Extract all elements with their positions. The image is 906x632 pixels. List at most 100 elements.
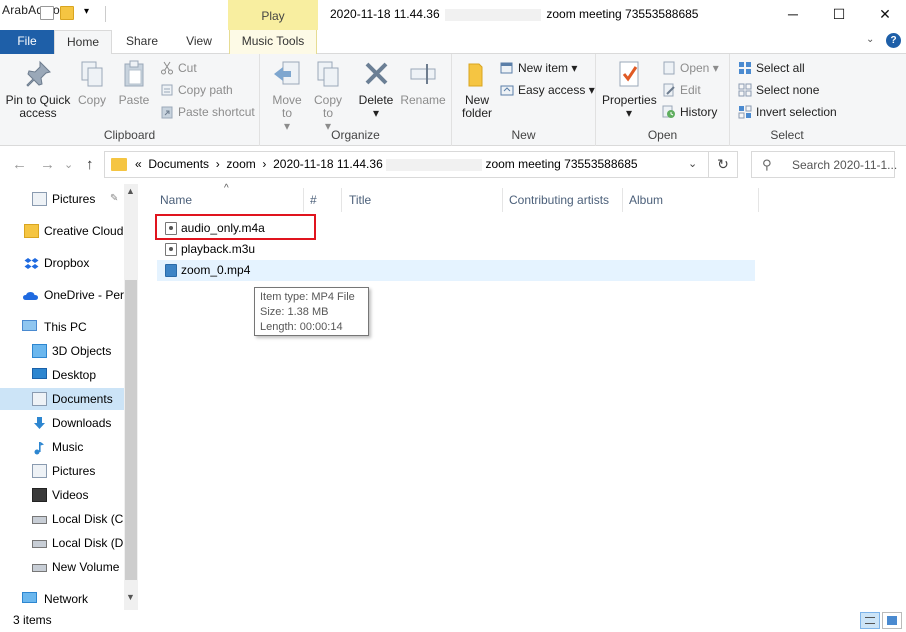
new-item-button[interactable]: New item ▾	[500, 58, 577, 78]
file-row-playback[interactable]: playback.m3u	[157, 239, 755, 260]
paste-shortcut-button[interactable]: Paste shortcut	[160, 102, 255, 122]
pin-to-quick-access-button[interactable]: Pin to Quick access	[4, 58, 72, 120]
close-button[interactable]: ✕	[862, 0, 906, 30]
documents-icon	[32, 392, 47, 406]
pin-icon[interactable]: ✎	[110, 188, 118, 210]
nav-item-local-disk-c[interactable]: Local Disk (C:	[0, 508, 124, 530]
computer-icon	[22, 320, 37, 331]
nav-item-local-disk-d[interactable]: Local Disk (D:	[0, 532, 124, 554]
cut-button[interactable]: Cut	[160, 58, 197, 78]
breadcrumb-zoom[interactable]: zoom	[226, 157, 255, 171]
tab-share[interactable]: Share	[116, 30, 168, 54]
nav-item-network[interactable]: Network	[0, 588, 124, 610]
new-folder-icon[interactable]	[60, 6, 74, 20]
refresh-button[interactable]: ↻	[709, 151, 738, 178]
address-dropdown-icon[interactable]: ⌄	[688, 157, 697, 170]
cloud-icon	[22, 288, 38, 302]
nav-item-creative-cloud[interactable]: Creative Cloud	[0, 220, 124, 242]
drive-icon	[32, 540, 47, 548]
paste-icon	[118, 58, 150, 90]
scissors-icon	[160, 61, 174, 75]
move-to-button[interactable]: Move to ▾	[268, 58, 306, 133]
nav-item-desktop[interactable]: Desktop	[0, 364, 124, 386]
tab-home[interactable]: Home	[54, 30, 112, 55]
select-none-button[interactable]: Select none	[738, 80, 819, 100]
properties-button[interactable]: Properties ▾	[602, 58, 657, 120]
search-box[interactable]: ⚲ Search 2020-11-1...	[751, 151, 897, 178]
status-bar: 3 items	[0, 610, 906, 632]
edit-button[interactable]: Edit	[662, 80, 701, 100]
invert-selection-button[interactable]: Invert selection	[738, 102, 837, 122]
properties-icon[interactable]	[40, 6, 54, 20]
pictures-icon	[32, 192, 47, 206]
nav-item-music[interactable]: Music	[0, 436, 124, 458]
copy-button[interactable]: Copy	[74, 58, 110, 107]
column-header-album[interactable]: Album	[623, 188, 759, 212]
back-arrow-icon[interactable]: ←	[12, 156, 27, 173]
scrollbar-thumb[interactable]	[125, 280, 137, 580]
scroll-up-icon[interactable]: ▲	[126, 186, 135, 196]
column-header-title[interactable]: Title	[343, 188, 503, 212]
copy-path-button[interactable]: Copy path	[160, 80, 233, 100]
tab-music-tools[interactable]: Music Tools	[229, 30, 317, 54]
maximize-button[interactable]: ☐	[816, 0, 862, 30]
search-input[interactable]: Search 2020-11-1...	[792, 158, 897, 172]
select-all-button[interactable]: Select all	[738, 58, 805, 78]
nav-item-pictures[interactable]: Pictures	[0, 460, 124, 482]
open-button[interactable]: Open ▾	[662, 58, 719, 78]
up-arrow-icon[interactable]: ↑	[86, 156, 94, 173]
new-item-icon	[500, 61, 514, 75]
forward-arrow-icon[interactable]: →	[40, 156, 55, 173]
column-header-number[interactable]: #	[304, 188, 342, 212]
pictures-icon	[32, 464, 47, 478]
nav-item-onedrive[interactable]: OneDrive - Per	[0, 284, 124, 306]
quick-access-toolbar	[40, 6, 74, 20]
column-header-contributing-artists[interactable]: Contributing artists	[503, 188, 623, 212]
paste-button[interactable]: Paste	[114, 58, 154, 107]
properties-icon	[613, 58, 645, 90]
nav-scrollbar[interactable]: ▲ ▼	[124, 184, 138, 610]
cube-icon	[32, 344, 47, 358]
delete-button[interactable]: Delete ▾	[356, 58, 396, 120]
rename-icon	[407, 58, 439, 90]
scroll-down-icon[interactable]: ▼	[126, 592, 135, 602]
tab-file[interactable]: File	[0, 30, 54, 54]
large-icons-view-icon	[887, 616, 897, 625]
large-icons-view-button[interactable]	[882, 612, 902, 629]
nav-item-dropbox[interactable]: Dropbox	[0, 252, 124, 274]
invert-selection-icon	[738, 105, 752, 119]
nav-item-3d-objects[interactable]: 3D Objects	[0, 340, 124, 362]
highlight-annotation-box	[155, 214, 316, 240]
customize-toolbar-icon[interactable]: ▾	[84, 6, 89, 17]
address-bar[interactable]: « Documents › zoom › 2020-11-18 11.44.36…	[104, 151, 709, 178]
paste-shortcut-icon	[160, 105, 174, 119]
minimize-button[interactable]: ─	[770, 0, 816, 30]
breadcrumb-meeting-folder[interactable]: zoom meeting 73553588685	[485, 157, 637, 171]
nav-item-downloads[interactable]: Downloads	[0, 412, 124, 434]
copy-icon	[76, 58, 108, 90]
history-button[interactable]: History	[662, 102, 717, 122]
collapse-ribbon-icon[interactable]: ⌄	[866, 34, 874, 45]
help-icon[interactable]: ?	[886, 33, 901, 48]
nav-item-documents[interactable]: Documents	[0, 388, 124, 410]
file-info-tooltip: Item type: MP4 File Size: 1.38 MB Length…	[254, 287, 369, 336]
tab-view[interactable]: View	[176, 30, 222, 54]
copy-to-button[interactable]: Copy to ▾	[310, 58, 346, 133]
creative-cloud-icon	[24, 224, 39, 238]
new-folder-button[interactable]: New folder	[458, 58, 496, 120]
recent-locations-icon[interactable]: ⌄	[64, 158, 73, 171]
breadcrumb-date-folder[interactable]: 2020-11-18 11.44.36	[273, 157, 383, 171]
breadcrumb-documents[interactable]: Documents	[148, 157, 209, 171]
file-row-zoom-video[interactable]: zoom_0.mp4	[157, 260, 755, 281]
nav-item-videos[interactable]: Videos	[0, 484, 124, 506]
rename-button[interactable]: Rename	[400, 58, 446, 107]
nav-item-this-pc[interactable]: This PC	[0, 316, 124, 338]
clipboard-group-label: Clipboard	[103, 128, 156, 142]
nav-item-pictures-quick[interactable]: Pictures ✎	[0, 188, 124, 210]
column-header-name[interactable]: Name	[154, 188, 304, 212]
nav-item-new-volume[interactable]: New Volume	[0, 556, 124, 578]
clipboard-group: Pin to Quick access Copy Paste Cut Copy …	[0, 54, 260, 146]
details-view-button[interactable]	[860, 612, 880, 629]
folder-icon	[461, 58, 493, 90]
easy-access-button[interactable]: Easy access ▾	[500, 80, 595, 100]
